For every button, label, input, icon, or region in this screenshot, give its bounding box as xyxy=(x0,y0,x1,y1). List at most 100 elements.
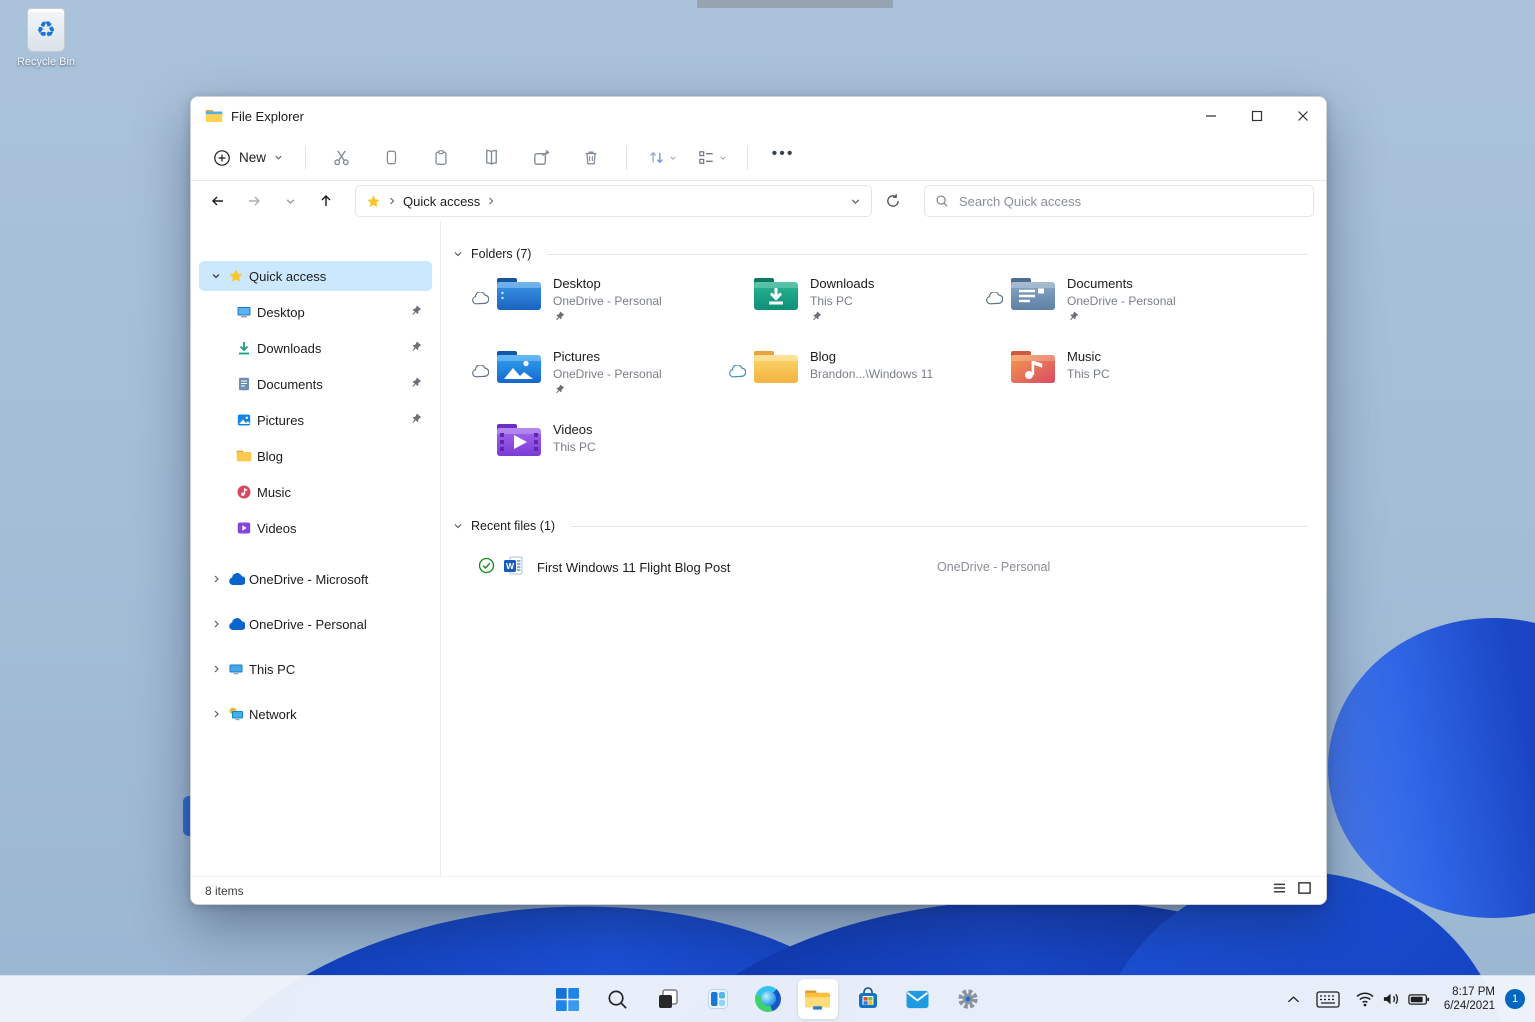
recent-files-group-header[interactable]: Recent files (1) xyxy=(453,519,1308,533)
videos-folder-icon xyxy=(497,424,541,456)
pin-icon xyxy=(409,305,422,323)
battery-icon xyxy=(1408,993,1429,1005)
chevron-right-icon[interactable] xyxy=(207,709,225,719)
recent-file-name: First Windows 11 Flight Blog Post xyxy=(537,560,731,575)
show-hidden-icons-button[interactable] xyxy=(1282,980,1305,1018)
sort-button[interactable] xyxy=(643,140,681,176)
minimize-button[interactable] xyxy=(1188,97,1234,135)
pin-icon xyxy=(409,377,422,395)
wifi-icon xyxy=(1356,992,1374,1007)
downloads-icon xyxy=(235,340,253,356)
recycle-bin-icon: ♻ xyxy=(27,8,65,52)
share-button[interactable] xyxy=(522,140,560,176)
up-button[interactable] xyxy=(311,186,341,216)
recent-file-row[interactable]: W First Windows 11 Flight Blog Post OneD… xyxy=(453,551,1308,585)
refresh-button[interactable] xyxy=(878,186,908,216)
microsoft-store-button[interactable] xyxy=(848,979,888,1019)
start-button[interactable] xyxy=(548,979,588,1019)
file-explorer-icon xyxy=(805,990,830,1010)
recent-locations-button[interactable] xyxy=(275,186,305,216)
onedrive-icon xyxy=(227,617,245,631)
sidebar-item-pictures[interactable]: Pictures xyxy=(225,405,432,435)
sidebar-item-blog[interactable]: Blog xyxy=(225,441,432,471)
folder-icon xyxy=(235,449,253,463)
toolbar-separator xyxy=(305,145,307,170)
widgets-button[interactable] xyxy=(698,979,738,1019)
breadcrumb[interactable]: Quick access xyxy=(355,185,872,217)
recycle-bin-shortcut[interactable]: ♻ Recycle Bin xyxy=(14,8,78,68)
search-input[interactable] xyxy=(959,193,1303,209)
forward-button[interactable] xyxy=(239,186,269,216)
address-dropdown-icon[interactable] xyxy=(850,196,861,207)
tray-date: 6/24/2021 xyxy=(1443,1000,1495,1012)
chevron-down-icon xyxy=(454,252,462,257)
desktop-icon xyxy=(235,304,253,320)
folder-tile-blog[interactable]: Blog Brandon...\Windows 11 xyxy=(728,347,985,420)
chevron-right-icon[interactable] xyxy=(207,574,225,584)
file-explorer-button[interactable] xyxy=(797,979,838,1019)
title-bar[interactable]: File Explorer xyxy=(191,97,1326,135)
folder-tile-downloads[interactable]: Downloads This PC xyxy=(728,274,985,347)
view-button[interactable] xyxy=(693,140,731,176)
rename-button[interactable] xyxy=(472,140,510,176)
sidebar-item-music[interactable]: Music xyxy=(225,477,432,507)
sidebar-item-network[interactable]: Network xyxy=(199,699,432,729)
ellipsis-icon: ••• xyxy=(771,144,795,162)
details-view-button[interactable] xyxy=(1272,882,1287,900)
folder-tile-desktop[interactable]: Desktop OneDrive - Personal xyxy=(471,274,728,347)
mail-icon xyxy=(906,990,929,1008)
mail-button[interactable] xyxy=(898,979,938,1019)
sidebar-item-documents[interactable]: Documents xyxy=(225,369,432,399)
edge-button[interactable] xyxy=(748,979,788,1019)
system-tray-status[interactable] xyxy=(1351,980,1434,1018)
file-explorer-window: File Explorer New ••• Quick access Searc… xyxy=(190,96,1327,905)
onedrive-status-cloud-icon xyxy=(471,274,495,310)
cut-button[interactable] xyxy=(322,140,360,176)
sidebar-item-videos[interactable]: Videos xyxy=(225,513,432,543)
sidebar-item-onedrive-microsoft[interactable]: OneDrive - Microsoft xyxy=(199,564,432,594)
recycle-bin-label: Recycle Bin xyxy=(16,56,76,68)
folder-tile-music[interactable]: Music This PC xyxy=(985,347,1242,420)
chevron-right-icon[interactable] xyxy=(207,664,225,674)
items-view: Folders (7) Desktop OneDrive - Personal … xyxy=(441,221,1326,876)
sidebar-item-quick-access[interactable]: Quick access xyxy=(199,261,432,291)
search-button[interactable] xyxy=(598,979,638,1019)
delete-button[interactable] xyxy=(572,140,610,176)
see-more-button[interactable]: ••• xyxy=(764,140,802,176)
folder-tile-videos[interactable]: Videos This PC xyxy=(471,420,728,493)
gear-icon xyxy=(957,989,978,1009)
back-button[interactable] xyxy=(203,186,233,216)
sidebar-item-onedrive-personal[interactable]: OneDrive - Personal xyxy=(199,609,432,639)
touch-keyboard-button[interactable] xyxy=(1311,980,1345,1018)
pin-icon xyxy=(810,310,874,328)
downloads-folder-icon xyxy=(754,278,798,310)
close-button[interactable] xyxy=(1280,97,1326,135)
desktop: ♻ Recycle Bin File Explorer New ••• Quic… xyxy=(0,0,1535,1022)
folder-icon xyxy=(205,110,223,122)
pin-icon xyxy=(553,310,662,328)
search-box[interactable] xyxy=(924,185,1314,217)
folder-tile-documents[interactable]: Documents OneDrive - Personal xyxy=(985,274,1242,347)
copy-button[interactable] xyxy=(372,140,410,176)
sidebar-item-this-pc[interactable]: This PC xyxy=(199,654,432,684)
settings-button[interactable] xyxy=(948,979,988,1019)
paste-button[interactable] xyxy=(422,140,460,176)
breadcrumb-item-quick-access[interactable]: Quick access xyxy=(403,194,480,209)
large-icons-view-button[interactable] xyxy=(1297,881,1312,900)
folders-group-header[interactable]: Folders (7) xyxy=(453,247,1308,261)
notification-badge[interactable]: 1 xyxy=(1505,989,1525,1009)
task-view-button[interactable] xyxy=(648,979,688,1019)
trash-icon xyxy=(585,151,597,165)
chevron-right-icon[interactable] xyxy=(207,619,225,629)
breadcrumb-chevron-icon xyxy=(390,197,395,205)
music-folder-icon xyxy=(1011,351,1055,383)
plus-circle-icon xyxy=(214,149,230,166)
sidebar-item-downloads[interactable]: Downloads xyxy=(225,333,432,363)
maximize-button[interactable] xyxy=(1234,97,1280,135)
status-bar: 8 items xyxy=(191,876,1326,904)
clock[interactable]: 8:17 PM 6/24/2021 xyxy=(1440,985,1499,1013)
new-button[interactable]: New xyxy=(205,143,295,173)
folder-tile-pictures[interactable]: Pictures OneDrive - Personal xyxy=(471,347,728,420)
chevron-down-icon[interactable] xyxy=(207,271,225,281)
sidebar-item-desktop[interactable]: Desktop xyxy=(225,297,432,327)
